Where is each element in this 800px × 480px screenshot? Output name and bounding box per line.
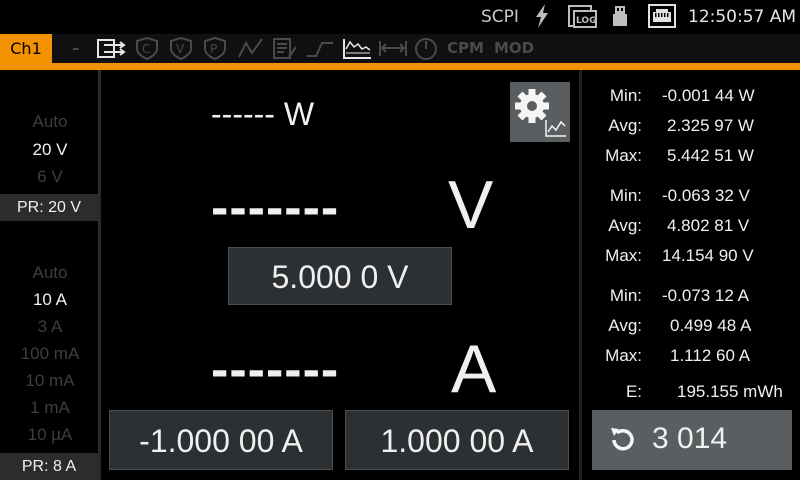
power-min-value: -0.001 44 W <box>662 86 755 105</box>
output-icon[interactable] <box>96 37 128 60</box>
channel-toolbar: Ch1 – C V P CPM MOD <box>0 34 800 63</box>
measurement-area: ------ W ------- V 5.000 0 V ------- A -… <box>101 70 579 480</box>
current-max-value: 1.112 60 A <box>670 346 751 365</box>
v-protection-icon[interactable]: V <box>170 37 192 60</box>
current-avg-label: Avg: <box>608 316 642 335</box>
channel-accent-line <box>0 63 800 70</box>
lightning-icon <box>536 4 548 28</box>
timer-icon[interactable] <box>414 37 438 60</box>
step-icon[interactable] <box>306 37 334 60</box>
reset-icon <box>611 428 634 451</box>
measure-range-icon[interactable] <box>378 37 408 60</box>
log-icon: LOG <box>568 5 597 28</box>
voltage-unit: V <box>448 167 494 243</box>
current-range-3a[interactable]: 3 A <box>0 317 100 337</box>
energy-value: 195.155 mWh <box>677 382 783 401</box>
svg-text:LOG: LOG <box>576 16 596 26</box>
c-mode-icon[interactable]: C <box>136 37 158 60</box>
current-avg-value: 0.499 48 A <box>670 316 752 335</box>
clock: 12:50:57 AM <box>688 7 797 27</box>
svg-text:V: V <box>176 42 185 56</box>
status-bar: SCPI LOG 12:50:57 AM <box>0 0 800 34</box>
current-unit: A <box>451 331 497 407</box>
svg-text:P: P <box>210 42 217 56</box>
voltage-max-label: Max: <box>605 246 642 265</box>
current-max-label: Max: <box>605 346 642 365</box>
statistics-settings-button[interactable] <box>510 82 570 142</box>
tab-ch1[interactable]: Ch1 <box>0 34 52 63</box>
power-max-value: 5.442 51 W <box>667 146 754 165</box>
power-avg-label: Avg: <box>608 116 642 135</box>
svg-text:C: C <box>142 42 150 56</box>
power-avg-value: 2.325 97 W <box>667 116 754 135</box>
chart-mini-icon <box>545 120 566 137</box>
scpi-indicator: SCPI <box>481 7 519 27</box>
voltage-range-6v[interactable]: 6 V <box>0 167 100 187</box>
voltage-max-value: 14.154 90 V <box>662 246 754 265</box>
power-min-label: Min: <box>609 86 642 105</box>
usb-icon <box>613 6 627 26</box>
voltage-setpoint[interactable]: 5.000 0 V <box>228 247 452 305</box>
current-min-label: Min: <box>609 286 642 305</box>
statistics-panel: Min: -0.001 44 W Avg: 2.325 97 W Max: 5.… <box>579 70 800 480</box>
current-low-setpoint[interactable]: -1.000 00 A <box>109 410 333 470</box>
current-range-auto[interactable]: Auto <box>0 263 100 283</box>
sample-counter: 3 014 <box>652 422 728 455</box>
sequence-list-icon[interactable] <box>272 37 298 60</box>
cpm-label[interactable]: CPM <box>447 39 484 57</box>
statistics-icon[interactable] <box>342 37 372 60</box>
voltage-range-auto[interactable]: Auto <box>0 112 100 132</box>
current-range-100ma[interactable]: 100 mA <box>0 344 100 364</box>
voltage-range-20v[interactable]: 20 V <box>0 140 100 160</box>
current-range-10a[interactable]: 10 A <box>0 290 100 310</box>
gear-icon <box>515 89 566 137</box>
voltage-min-value: -0.063 32 V <box>662 186 750 205</box>
energy-label: E: <box>625 382 642 401</box>
voltage-min-label: Min: <box>609 186 642 205</box>
range-panel: Auto 20 V 6 V PR: 20 V Auto 10 A 3 A 100… <box>0 70 101 480</box>
ramp-icon[interactable] <box>238 37 264 60</box>
current-min-value: -0.073 12 A <box>662 286 749 305</box>
statistics-reset-button[interactable]: 3 014 <box>592 410 792 470</box>
lan-icon <box>648 4 676 28</box>
mod-label[interactable]: MOD <box>494 39 534 57</box>
current-range-10ua[interactable]: 10 µA <box>0 425 100 445</box>
p-protection-icon[interactable]: P <box>204 37 226 60</box>
voltage-avg-value: 4.802 81 V <box>667 216 750 235</box>
current-range-1ma[interactable]: 1 mA <box>0 398 100 418</box>
voltage-pr-label[interactable]: PR: 20 V <box>0 194 98 221</box>
current-pr-label[interactable]: PR: 8 A <box>0 453 98 480</box>
power-max-label: Max: <box>605 146 642 165</box>
toolbar-dash: – <box>72 39 80 57</box>
current-readout: ------- <box>211 341 340 399</box>
power-readout: ------ W <box>211 96 315 132</box>
current-high-setpoint[interactable]: 1.000 00 A <box>345 410 569 470</box>
current-range-10ma[interactable]: 10 mA <box>0 371 100 391</box>
voltage-avg-label: Avg: <box>608 216 642 235</box>
voltage-readout: ------- <box>211 179 340 237</box>
